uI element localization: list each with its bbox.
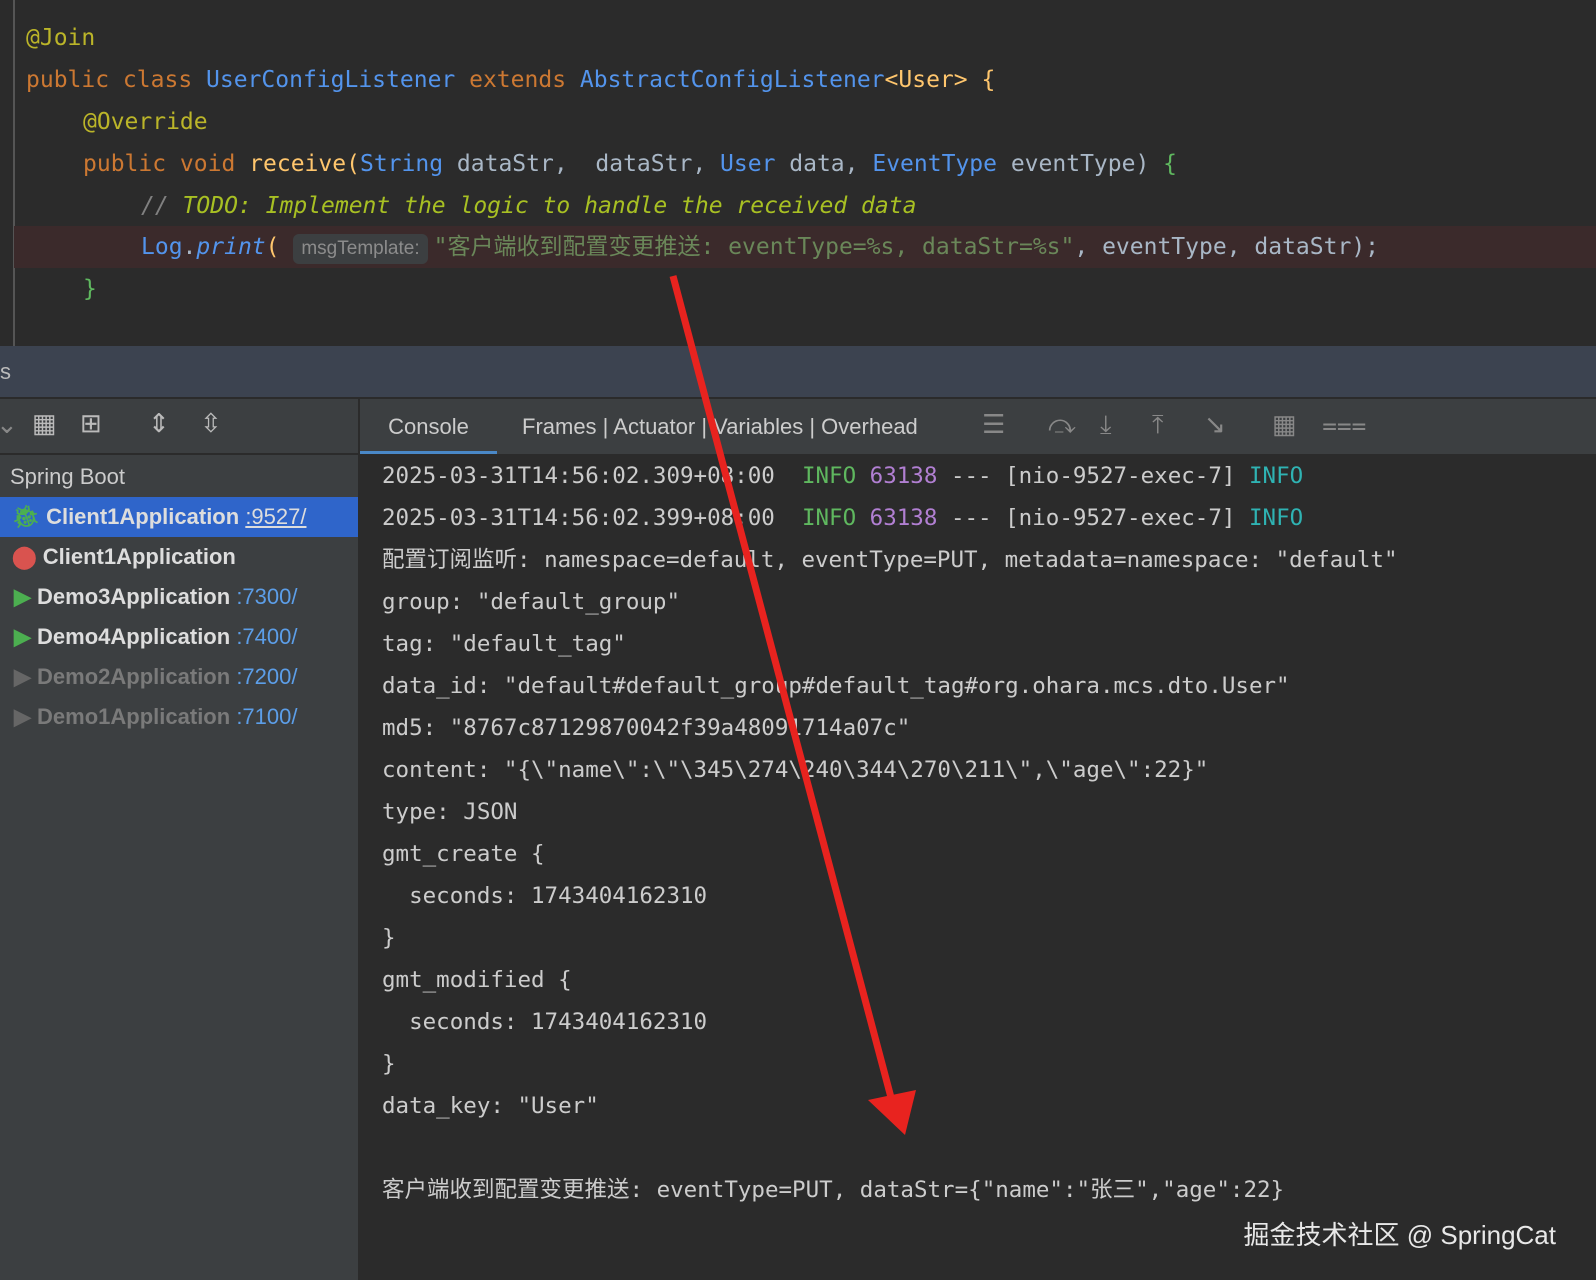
arrow-shaft: [669, 275, 897, 1106]
watermark: 掘金技术社区 @ SpringCat: [1243, 1220, 1556, 1250]
arrow-head: [868, 1090, 916, 1135]
annotation-arrow: [669, 275, 916, 1135]
